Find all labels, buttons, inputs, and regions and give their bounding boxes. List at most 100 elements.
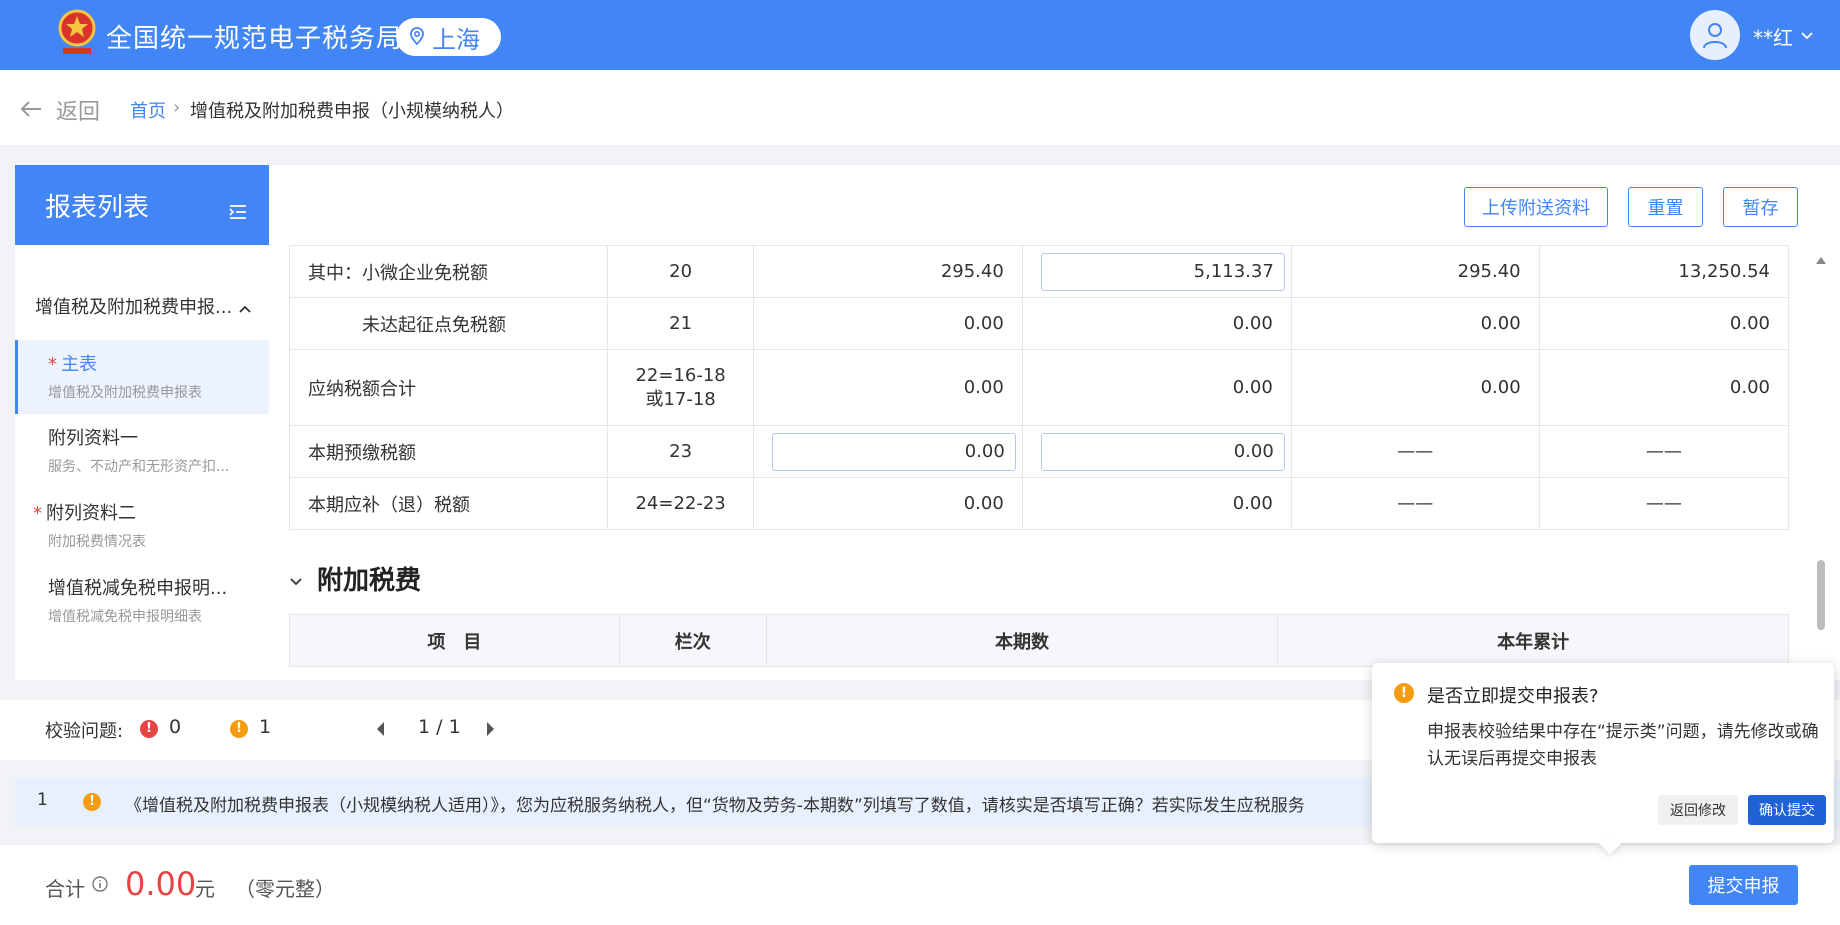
- value-cell: 0.00: [1021, 297, 1292, 350]
- breadcrumb-current: 增值税及附加税费申报（小规模纳税人）: [190, 101, 514, 122]
- value-cell: 0.00: [752, 297, 1023, 350]
- value-cell: 0.00: [1021, 425, 1292, 478]
- region-name: 上海: [432, 25, 480, 54]
- value-cell: 0.00: [1290, 349, 1540, 426]
- reset-button[interactable]: 重置: [1628, 187, 1703, 227]
- table-header-row: 项 目 栏次 本期数 本年累计: [289, 614, 1789, 667]
- sidebar-item-desc: 增值税及附加税费申报表: [48, 385, 202, 401]
- scroll-up-icon[interactable]: [1815, 250, 1827, 269]
- report-form-panel: 上传附送资料 重置 暂存 其中：小微企业免税额 20 295.40 5,113.…: [269, 165, 1840, 680]
- value-cell: ——: [1538, 425, 1790, 478]
- sidebar-item-desc: 增值税减免税申报明细表: [48, 609, 202, 625]
- table-row: 本期应补（退）税额 24=22-23 0.00 0.00 —— ——: [288, 477, 1790, 530]
- sidebar-item-schedule-two[interactable]: * 附列资料二 附加税费情况表: [15, 489, 269, 563]
- sidebar-item-label: 附列资料一: [48, 428, 138, 449]
- breadcrumb-home-link[interactable]: 首页: [130, 97, 166, 123]
- required-mark: *: [33, 503, 42, 524]
- row-label: 本期应补（退）税额: [288, 477, 609, 530]
- table-row: 其中：小微企业免税额 20 295.40 5,113.37 295.40 13,…: [288, 245, 1790, 298]
- row-label: 本期预缴税额: [288, 425, 609, 478]
- row-label: 未达起征点免税额: [288, 297, 609, 350]
- value-cell: ——: [1290, 425, 1540, 478]
- sidebar-item-main-table[interactable]: * 主表 增值税及附加税费申报表: [15, 340, 269, 414]
- sidebar-item-desc: 附加税费情况表: [48, 534, 146, 550]
- value-cell: 0.00: [1538, 297, 1790, 350]
- next-page-icon[interactable]: [486, 721, 496, 741]
- upload-attachments-button[interactable]: 上传附送资料: [1464, 187, 1608, 227]
- chevron-down-icon[interactable]: [1800, 26, 1814, 45]
- amount-in-words: （零元整）: [235, 877, 335, 901]
- report-group-title[interactable]: 增值税及附加税费申报...: [35, 293, 255, 319]
- value-cell: 295.40: [1290, 245, 1540, 298]
- tax-emblem-logo: [55, 8, 99, 60]
- breadcrumb-bar: 返回 首页 › 增值税及附加税费申报（小规模纳税人）: [0, 70, 1840, 145]
- surtax-table: 项 目 栏次 本期数 本年累计: [289, 614, 1789, 667]
- collapse-menu-icon[interactable]: [229, 197, 247, 227]
- row-line-number: 21: [607, 297, 754, 350]
- column-header: 项 目: [289, 614, 620, 667]
- value-cell: 0.00: [752, 349, 1023, 426]
- prev-page-icon[interactable]: [375, 721, 385, 741]
- sidebar-item-vat-reduction[interactable]: 增值税减免税申报明... 增值税减免税申报明细表: [15, 564, 269, 638]
- row-label: 其中：小微企业免税额: [288, 245, 609, 298]
- row-label: 应纳税额合计: [288, 349, 609, 426]
- value-cell: 0.00: [1021, 349, 1292, 426]
- back-button[interactable]: 返回: [20, 94, 100, 126]
- value-cell: 13,250.54: [1538, 245, 1790, 298]
- confirm-submit-button[interactable]: 确认提交: [1748, 795, 1826, 825]
- bottom-bar: 合计 0.00 元 （零元整） 提交申报: [0, 845, 1840, 925]
- page-indicator: 1 / 1: [418, 716, 461, 738]
- row-line-number: 23: [607, 425, 754, 478]
- info-icon[interactable]: [92, 876, 108, 896]
- back-label: 返回: [56, 100, 101, 125]
- return-to-edit-button[interactable]: 返回修改: [1658, 795, 1738, 825]
- scrollbar-thumb[interactable]: [1817, 560, 1825, 630]
- arrow-left-icon: [20, 98, 42, 123]
- validation-message: 《增值税及附加税费申报表（小规模纳税人适用）》，您为应税服务纳税人，但“货物及劳…: [125, 796, 1305, 816]
- row-line-number: 24=22-23: [607, 477, 754, 530]
- sidebar-item-schedule-one[interactable]: 附列资料一 服务、不动产和无形资产扣...: [15, 414, 269, 488]
- surtax-section-header[interactable]: 附加税费: [289, 560, 421, 597]
- vat-main-table: 其中：小微企业免税额 20 295.40 5,113.37 295.40 13,…: [288, 245, 1790, 530]
- warning-icon: !: [83, 793, 101, 811]
- chevron-up-icon[interactable]: [238, 299, 252, 318]
- error-icon[interactable]: !: [140, 720, 158, 738]
- vertical-scrollbar[interactable]: [1814, 250, 1828, 670]
- amount-input[interactable]: 0.00: [1040, 432, 1285, 471]
- region-selector[interactable]: 上海: [396, 18, 501, 56]
- breadcrumb-separator: ›: [173, 97, 181, 118]
- value-cell: ——: [1538, 477, 1790, 530]
- site-title: 全国统一规范电子税务局: [106, 24, 404, 54]
- amount-input[interactable]: 0.00: [771, 432, 1016, 471]
- sidebar-item-label: 增值税减免税申报明...: [48, 578, 228, 599]
- total-amount: 0.00: [125, 865, 197, 903]
- table-row: 本期预缴税额 23 0.00 0.00 —— ——: [288, 425, 1790, 478]
- location-pin-icon: [410, 23, 424, 51]
- column-header: 栏次: [618, 614, 767, 667]
- validation-label: 校验问题:: [45, 721, 124, 742]
- report-list-panel: 报表列表 增值税及附加税费申报... * 主表 增值税及附加税费申报表 附列资料一…: [15, 165, 269, 680]
- value-cell: 0.00: [752, 477, 1023, 530]
- popover-title: 是否立即提交申报表?: [1427, 686, 1599, 707]
- sidebar-item-label: 附列资料二: [46, 503, 136, 524]
- value-cell: 0.00: [1021, 477, 1292, 530]
- message-index: 1: [37, 790, 48, 810]
- warning-icon: !: [1394, 683, 1414, 703]
- row-line-number: 20: [607, 245, 754, 298]
- report-list-header: 报表列表: [15, 165, 269, 245]
- chevron-down-icon: [289, 564, 303, 594]
- amount-input[interactable]: 5,113.37: [1040, 252, 1285, 291]
- value-cell: 5,113.37: [1021, 245, 1292, 298]
- section-title: 附加税费: [317, 566, 422, 596]
- submit-declaration-button[interactable]: 提交申报: [1689, 865, 1798, 905]
- warning-icon[interactable]: !: [230, 720, 248, 738]
- popover-message: 申报表校验结果中存在“提示类”问题，请先修改或确认无误后再提交申报表: [1427, 722, 1819, 769]
- row-line-number: 22=16-18或17-18: [607, 349, 754, 426]
- save-draft-button[interactable]: 暂存: [1723, 187, 1798, 227]
- table-row: 未达起征点免税额 21 0.00 0.00 0.00 0.00: [288, 297, 1790, 350]
- user-avatar[interactable]: [1690, 10, 1740, 60]
- user-name[interactable]: **红: [1753, 22, 1793, 51]
- value-cell: ——: [1290, 477, 1540, 530]
- submit-confirm-popover: ! 是否立即提交申报表? 申报表校验结果中存在“提示类”问题，请先修改或确认无误…: [1372, 663, 1834, 855]
- sidebar-item-desc: 服务、不动产和无形资产扣...: [48, 459, 230, 475]
